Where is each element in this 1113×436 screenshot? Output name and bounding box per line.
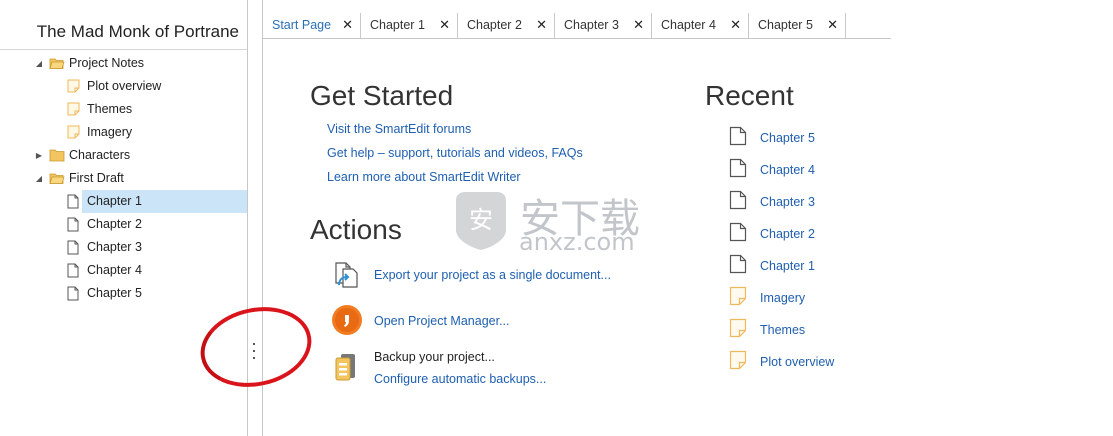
document-icon [67, 286, 83, 301]
recent-heading: Recent [705, 80, 794, 111]
note-icon [67, 125, 83, 139]
tab-chapter-2[interactable]: Chapter 2 ✕ [458, 13, 555, 38]
tab-label: Start Page [272, 18, 332, 32]
note-icon [729, 286, 747, 306]
document-icon [67, 240, 83, 255]
tree-item-project-notes[interactable]: ◢ Project Notes [0, 52, 247, 75]
tree-item-chapter-2[interactable]: Chapter 2 [0, 213, 247, 236]
tree-item-themes[interactable]: Themes [0, 98, 247, 121]
tab-chapter-4[interactable]: Chapter 4 ✕ [652, 13, 749, 38]
backup-icon[interactable] [333, 352, 361, 387]
learn-more-link[interactable]: Learn more about SmartEdit Writer [327, 170, 521, 184]
tree-item-label: Chapter 1 [87, 194, 142, 208]
note-icon [729, 318, 747, 338]
recent-themes-link[interactable]: Themes [760, 323, 805, 337]
folder-icon [49, 148, 65, 162]
document-icon [729, 222, 747, 242]
tab-chapter-1[interactable]: Chapter 1 ✕ [361, 13, 458, 38]
export-document-icon[interactable] [331, 259, 361, 294]
svg-text:安: 安 [469, 206, 493, 234]
recent-chapter-4-link[interactable]: Chapter 4 [760, 163, 815, 177]
close-icon[interactable]: ✕ [439, 17, 450, 33]
tree-item-label: Themes [87, 102, 133, 116]
get-started-heading: Get Started [310, 80, 454, 111]
recent-imagery-link[interactable]: Imagery [760, 291, 805, 305]
project-title: The Mad Monk of Portrane [0, 0, 247, 50]
note-icon [67, 79, 83, 93]
recent-plot-overview-link[interactable]: Plot overview [760, 355, 834, 369]
tab-label: Chapter 1 [370, 18, 425, 32]
tree-item-label: Imagery [87, 125, 133, 139]
backup-project-label[interactable]: Backup your project... [374, 350, 495, 364]
open-project-manager-link[interactable]: Open Project Manager... [374, 314, 510, 328]
note-icon [729, 350, 747, 370]
document-icon [67, 194, 83, 209]
tab-label: Chapter 2 [467, 18, 522, 32]
watermark-url: anxz.com [519, 228, 635, 256]
tree-item-plot-overview[interactable]: Plot overview [0, 75, 247, 98]
tree-item-label: Plot overview [87, 79, 162, 93]
close-icon[interactable]: ✕ [827, 17, 838, 33]
document-icon [729, 126, 747, 146]
document-icon [729, 254, 747, 274]
recent-chapter-3-link[interactable]: Chapter 3 [760, 195, 815, 209]
tree-item-label: Project Notes [69, 56, 145, 70]
close-icon[interactable]: ✕ [730, 17, 741, 33]
tree-item-label: Chapter 2 [87, 217, 142, 231]
open-folder-icon [49, 171, 65, 185]
tab-label: Chapter 4 [661, 18, 716, 32]
document-icon [67, 263, 83, 278]
document-tabstrip: Start Page ✕ Chapter 1 ✕ Chapter 2 ✕ Cha… [263, 11, 891, 39]
expand-arrow-icon[interactable]: ◢ [34, 58, 44, 68]
configure-backups-link[interactable]: Configure automatic backups... [374, 372, 546, 386]
tree-item-label: Chapter 4 [87, 263, 142, 277]
tree-item-imagery[interactable]: Imagery [0, 121, 247, 144]
tree-item-chapter-5[interactable]: Chapter 5 [0, 282, 247, 305]
recent-chapter-1-link[interactable]: Chapter 1 [760, 259, 815, 273]
tab-label: Chapter 5 [758, 18, 813, 32]
collapse-arrow-icon[interactable]: ▶ [34, 150, 44, 160]
tree-item-chapter-3[interactable]: Chapter 3 [0, 236, 247, 259]
project-manager-icon[interactable] [331, 304, 363, 341]
forums-link[interactable]: Visit the SmartEdit forums [327, 122, 471, 136]
tab-label: Chapter 3 [564, 18, 619, 32]
actions-heading: Actions [310, 214, 402, 245]
document-icon [729, 158, 747, 178]
close-icon[interactable]: ✕ [633, 17, 644, 33]
close-icon[interactable]: ✕ [536, 17, 547, 33]
open-folder-icon [49, 56, 65, 70]
document-icon [729, 190, 747, 210]
tree-item-label: Chapter 5 [87, 286, 142, 300]
tree-item-label: Chapter 3 [87, 240, 142, 254]
document-icon [67, 217, 83, 232]
tab-start-page[interactable]: Start Page ✕ [263, 13, 361, 38]
tab-chapter-3[interactable]: Chapter 3 ✕ [555, 13, 652, 38]
recent-chapter-2-link[interactable]: Chapter 2 [760, 227, 815, 241]
tree-item-chapter-1[interactable]: Chapter 1 [0, 190, 247, 213]
tree-item-label: Characters [69, 148, 131, 162]
tab-chapter-5[interactable]: Chapter 5 ✕ [749, 13, 846, 38]
tree-item-chapter-4[interactable]: Chapter 4 [0, 259, 247, 282]
note-icon [67, 102, 83, 116]
export-project-link[interactable]: Export your project as a single document… [374, 268, 611, 282]
tree-item-characters[interactable]: ▶ Characters [0, 144, 247, 167]
expand-arrow-icon[interactable]: ◢ [34, 173, 44, 183]
tree-item-label: First Draft [69, 171, 124, 185]
recent-chapter-5-link[interactable]: Chapter 5 [760, 131, 815, 145]
tree-item-first-draft[interactable]: ◢ First Draft [0, 167, 247, 190]
close-icon[interactable]: ✕ [342, 17, 353, 33]
help-link[interactable]: Get help – support, tutorials and videos… [327, 146, 583, 160]
